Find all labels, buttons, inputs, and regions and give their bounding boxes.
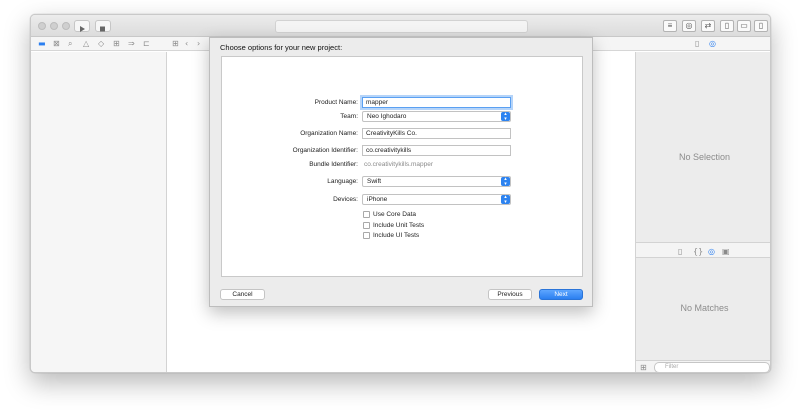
grid-view-icon[interactable]: ⊞	[640, 362, 647, 372]
devices-select[interactable]: iPhone ▴ ▾	[362, 194, 511, 205]
play-icon	[80, 26, 85, 32]
devices-value: iPhone	[367, 196, 388, 203]
source-control-icon[interactable]: ⊠	[53, 38, 60, 49]
stop-button[interactable]	[95, 20, 111, 32]
library-filter-input[interactable]: Filter	[654, 362, 770, 372]
tests-icon[interactable]: ⊞	[113, 38, 120, 49]
standard-editor-icon: ≡	[667, 21, 673, 30]
include-unit-tests-label: Include Unit Tests	[373, 222, 425, 229]
warning-icon[interactable]: △	[83, 38, 89, 49]
forward-icon[interactable]: ›	[197, 38, 200, 49]
bundle-id-value: co.creativitykills.mapper	[364, 161, 433, 168]
activity-view	[275, 20, 528, 33]
navigator-panel-icon: ▯	[724, 21, 730, 30]
version-editor-button[interactable]: ⇄	[701, 20, 715, 32]
include-ui-tests-label: Include UI Tests	[373, 232, 420, 239]
options-panel: Product Name: mapper Team: Neo Ighodaro …	[221, 56, 583, 277]
product-name-value: mapper	[366, 99, 389, 106]
run-button[interactable]	[74, 20, 90, 32]
search-icon[interactable]: ⌕	[68, 38, 72, 49]
library-bar: ▯ {} ◎ ▣	[635, 242, 770, 258]
media-library-icon[interactable]: ▣	[722, 246, 730, 257]
inspector-area: No Selection	[635, 52, 770, 242]
new-project-sheet: Choose options for your new project: Pro…	[209, 37, 593, 307]
sheet-title: Choose options for your new project:	[220, 43, 343, 52]
inspector-panel-icon: ▯	[758, 21, 764, 30]
no-selection-label: No Selection	[678, 152, 731, 162]
code-snippet-icon[interactable]: {}	[693, 246, 703, 257]
object-library-icon[interactable]: ◎	[708, 246, 715, 257]
devices-label: Devices:	[333, 196, 358, 203]
language-label: Language:	[327, 178, 358, 185]
org-name-label: Organization Name:	[300, 130, 358, 137]
minimize-window-button[interactable]	[50, 22, 58, 30]
language-select[interactable]: Swift ▴ ▾	[362, 176, 511, 187]
next-button[interactable]: Next	[539, 289, 583, 300]
team-value: Neo Ighodaro	[367, 113, 407, 120]
toggle-navigator-button[interactable]: ▯	[720, 20, 734, 32]
org-name-value: CreativityKills Co.	[366, 130, 417, 137]
use-core-data-checkbox[interactable]	[363, 211, 370, 218]
zoom-window-button[interactable]	[62, 22, 70, 30]
xcode-window: ≡ ◎ ⇄ ▯ ▭ ▯ ▬ ⊠ ⌕ △ ◇ ⊞ ⇒ ⊏ ⊞ ‹ › ▯ ◎ No…	[30, 14, 771, 373]
library-area: No Matches	[635, 258, 770, 372]
assistant-editor-button[interactable]: ◎	[682, 20, 696, 32]
filter-placeholder: Filter	[665, 364, 679, 370]
assistant-editor-icon: ◎	[685, 21, 693, 30]
chevron-updown-icon: ▴ ▾	[501, 177, 510, 186]
debug-panel-icon: ▭	[740, 21, 748, 30]
version-editor-icon: ⇄	[704, 21, 712, 30]
library-filter-bar: ⊞ Filter	[635, 360, 770, 372]
standard-editor-button[interactable]: ≡	[663, 20, 677, 32]
quick-help-icon[interactable]: ◎	[709, 38, 716, 49]
file-template-icon[interactable]: ▯	[678, 246, 682, 257]
org-name-field[interactable]: CreativityKills Co.	[362, 128, 511, 139]
stop-icon	[100, 26, 105, 32]
org-id-value: co.creativitykills	[366, 147, 412, 154]
folder-icon[interactable]: ▬	[38, 38, 46, 49]
include-unit-tests-checkbox[interactable]	[363, 222, 370, 229]
org-id-field[interactable]: co.creativitykills	[362, 145, 511, 156]
use-core-data-label: Use Core Data	[373, 211, 416, 218]
include-ui-tests-checkbox[interactable]	[363, 232, 370, 239]
language-value: Swift	[367, 178, 382, 185]
team-select[interactable]: Neo Ighodaro ▴ ▾	[362, 111, 511, 122]
related-items-icon[interactable]: ⊞	[172, 38, 179, 49]
toggle-debug-area-button[interactable]: ▭	[737, 20, 751, 32]
cancel-button[interactable]: Cancel	[220, 289, 265, 300]
close-window-button[interactable]	[38, 22, 46, 30]
chevron-updown-icon: ▴ ▾	[501, 195, 510, 204]
chevron-updown-icon: ▴ ▾	[501, 112, 510, 121]
project-navigator	[31, 52, 167, 372]
title-bar: ≡ ◎ ⇄ ▯ ▭ ▯	[31, 15, 770, 37]
previous-button[interactable]: Previous	[488, 289, 532, 300]
product-name-field[interactable]: mapper	[362, 97, 511, 108]
team-label: Team:	[340, 113, 358, 120]
bundle-id-label: Bundle Identifier:	[309, 161, 358, 168]
org-id-label: Organization Identifier:	[292, 147, 358, 154]
debug-icon[interactable]: ⇒	[128, 38, 135, 49]
no-matches-label: No Matches	[680, 303, 729, 313]
file-inspector-icon[interactable]: ▯	[695, 38, 699, 49]
report-icon[interactable]: ⊏	[143, 38, 150, 49]
breakpoint-icon[interactable]: ◇	[98, 38, 104, 49]
toggle-inspector-button[interactable]: ▯	[754, 20, 768, 32]
back-icon[interactable]: ‹	[185, 38, 188, 49]
product-name-label: Product Name:	[314, 99, 358, 106]
